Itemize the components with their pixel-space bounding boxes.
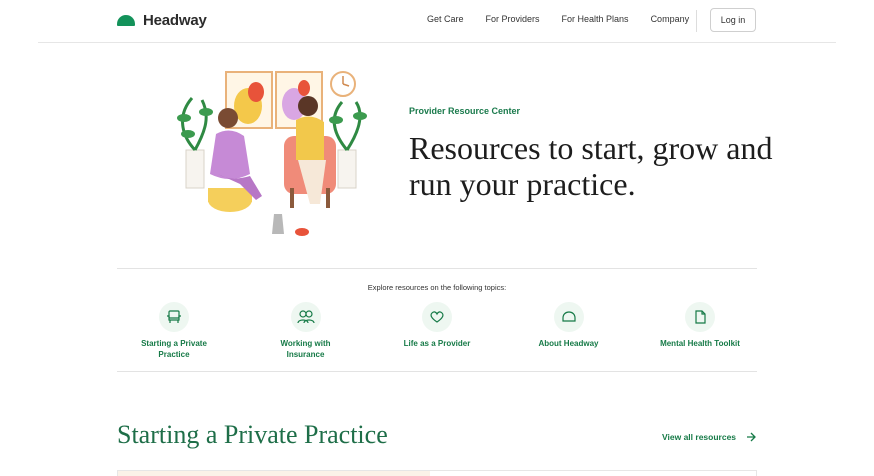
heart-icon [422,302,452,332]
section-title: Starting a Private Practice [117,420,388,449]
headway-logo-icon [553,302,584,332]
headway-logo[interactable]: Headway [117,12,207,29]
topic-label: Starting a Private Practice [141,339,207,359]
view-all-resources-link[interactable]: View all resources [662,432,756,442]
people-icon [290,302,321,332]
topic-mental-health-toolkit[interactable]: Mental Health Toolkit [643,302,757,360]
nav-link-for-providers[interactable]: For Providers [486,14,540,24]
topic-label: Life as a Provider [403,339,471,348]
header-divider [38,42,836,43]
hero-headline: Resources to start, grow and run your pr… [409,130,773,202]
topics-bottom-divider [117,371,757,372]
topics-list: Starting a Private Practice Working with… [117,302,757,360]
resource-card-preview[interactable] [117,470,757,476]
topic-working-with-insurance[interactable]: Working with Insurance [249,302,363,360]
hero-illustration [177,71,367,236]
document-icon [685,302,715,332]
topics-intro: Explore resources on the following topic… [367,283,507,292]
nav-divider [696,10,697,32]
nav-links: Get Care For Providers For Health Plans … [427,14,689,24]
nav-link-company[interactable]: Company [651,14,690,24]
topics-top-divider [117,268,757,269]
chair-icon [159,302,189,332]
brand-name: Headway [143,12,207,29]
headway-logo-icon [117,15,135,26]
hero-eyebrow: Provider Resource Center [409,106,521,116]
arrow-right-icon [747,432,756,442]
login-button[interactable]: Log in [710,8,756,32]
top-navigation: Headway Get Care For Providers For Healt… [0,0,874,42]
card-image-placeholder [118,471,430,476]
nav-link-get-care[interactable]: Get Care [427,14,464,24]
topic-label: About Headway [538,339,599,348]
topic-starting-private-practice[interactable]: Starting a Private Practice [117,302,231,360]
topic-label: Mental Health Toolkit [660,339,740,348]
view-all-label: View all resources [662,432,737,442]
nav-link-for-health-plans[interactable]: For Health Plans [562,14,629,24]
topic-life-as-provider[interactable]: Life as a Provider [380,302,494,360]
topic-about-headway[interactable]: About Headway [512,302,626,360]
topic-label: Working with Insurance [280,339,331,359]
